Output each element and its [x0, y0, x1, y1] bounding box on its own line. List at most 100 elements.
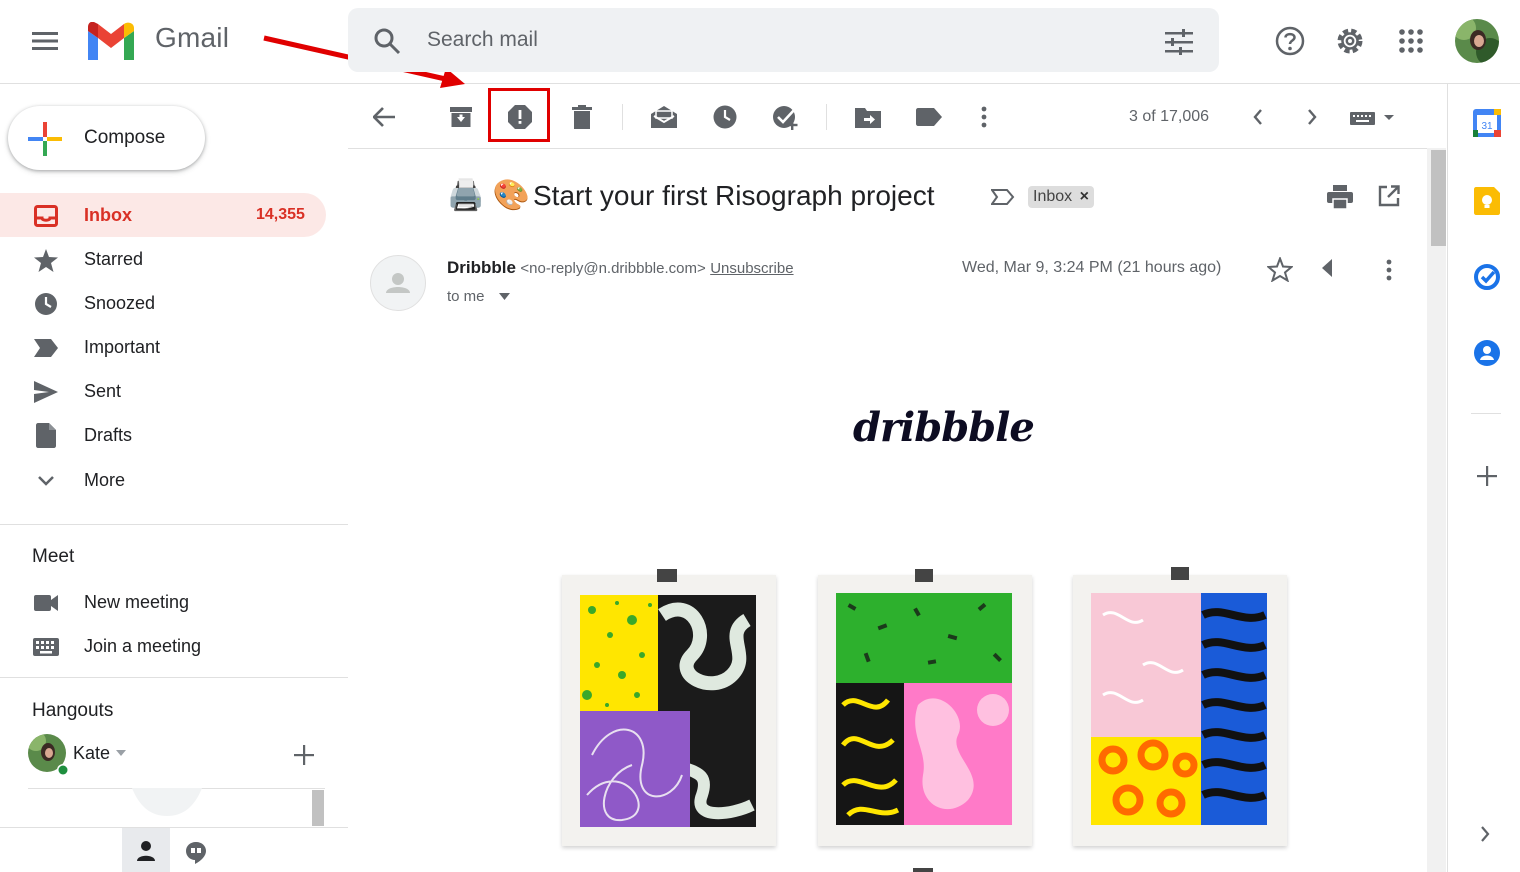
account-avatar[interactable]	[1454, 18, 1500, 64]
caret-down-icon[interactable]	[116, 750, 126, 756]
tasks-icon[interactable]	[1474, 264, 1500, 290]
expand-panel-chevron-right-icon[interactable]	[1480, 826, 1490, 842]
show-details-caret-icon[interactable]	[499, 293, 510, 300]
add-contact-plus-icon[interactable]	[294, 745, 314, 765]
search-input[interactable]: Search mail	[427, 28, 538, 52]
sidebar-item-important[interactable]: Important	[0, 325, 326, 369]
toolbar-divider	[622, 104, 623, 130]
main-scrollbar-thumb[interactable]	[1431, 150, 1446, 246]
compose-plus-icon	[28, 122, 62, 156]
search-bar[interactable]: Search mail	[348, 8, 1219, 72]
report-spam-icon	[508, 105, 532, 129]
draft-icon	[36, 423, 56, 448]
sidebar-item-inbox[interactable]: Inbox 14,355	[0, 193, 326, 237]
sidebar-scrollbar[interactable]	[312, 790, 324, 826]
newer-chevron-left-icon[interactable]	[1238, 97, 1278, 137]
meet-item-label: New meeting	[84, 592, 190, 612]
sender-line: Dribbble <no-reply@n.dribbble.com> Unsub…	[447, 258, 794, 278]
older-chevron-right-icon[interactable]	[1292, 97, 1332, 137]
risograph-print-image-3	[1073, 575, 1287, 846]
svg-text:31: 31	[1481, 121, 1493, 132]
hangouts-user-name[interactable]: Kate	[73, 743, 110, 764]
get-addons-plus-icon[interactable]	[1477, 466, 1497, 486]
sidebar-item-label: Important	[84, 337, 161, 357]
archive-icon[interactable]	[441, 97, 481, 137]
rail-divider	[1471, 413, 1501, 414]
open-in-new-window-icon[interactable]	[1378, 185, 1400, 207]
tape	[915, 569, 933, 582]
search-options-icon[interactable]	[1165, 29, 1193, 55]
meet-join-meeting[interactable]: Join a meeting	[0, 624, 326, 668]
label-tag-icon[interactable]	[909, 97, 949, 137]
sidebar-item-sent[interactable]: Sent	[0, 369, 326, 413]
meet-new-meeting[interactable]: New meeting	[0, 580, 326, 624]
report-spam-button[interactable]	[500, 97, 540, 137]
snooze-clock-icon[interactable]	[705, 97, 745, 137]
app-name[interactable]: Gmail	[155, 22, 229, 54]
mark-unread-icon[interactable]	[644, 97, 684, 137]
sidebar-item-label: Sent	[84, 381, 122, 401]
sidebar-item-starred[interactable]: Starred	[0, 237, 326, 281]
video-icon	[34, 595, 58, 611]
message-more-options-icon[interactable]	[1386, 259, 1392, 281]
main-menu-icon[interactable]	[32, 30, 58, 52]
risograph-print-image-2	[818, 575, 1032, 846]
hangouts-quote-icon[interactable]	[186, 842, 206, 864]
send-icon	[34, 381, 58, 403]
sidebar-item-label: Drafts	[84, 425, 133, 445]
sender-email: <no-reply@n.dribbble.com>	[520, 260, 706, 277]
sidebar-item-snoozed[interactable]: Snoozed	[0, 281, 326, 325]
compose-button[interactable]: Compose	[8, 106, 205, 170]
compose-label: Compose	[84, 127, 166, 148]
hangouts-section-title: Hangouts	[32, 700, 114, 721]
sidebar-divider	[0, 677, 348, 678]
sender-avatar[interactable]	[370, 255, 426, 311]
unsubscribe-link[interactable]: Unsubscribe	[710, 260, 793, 277]
unread-count: 14,355	[256, 206, 305, 223]
sidebar-item-label: Starred	[84, 249, 144, 269]
meet-item-label: Join a meeting	[84, 636, 202, 656]
remove-label-close-icon[interactable]: ×	[1080, 188, 1089, 205]
email-date: Wed, Mar 9, 3:24 PM (21 hours ago)	[962, 259, 1222, 276]
subject-emoji: 🖨️ 🎨	[447, 179, 531, 212]
main-scrollbar-track[interactable]	[1427, 148, 1446, 872]
inbox-label-chip[interactable]: Inbox ×	[1028, 186, 1094, 208]
tape	[1171, 567, 1189, 580]
print-icon[interactable]	[1327, 185, 1353, 209]
importance-marker-icon[interactable]	[991, 189, 1015, 205]
back-arrow-icon[interactable]	[364, 97, 404, 137]
add-to-tasks-icon[interactable]	[766, 97, 806, 137]
pagination-text: 3 of 17,006	[1129, 108, 1210, 125]
move-to-folder-icon[interactable]	[848, 97, 888, 137]
recipient-text[interactable]: to me	[447, 288, 485, 305]
chip-label: Inbox	[1033, 188, 1073, 205]
gmail-logo-icon[interactable]	[85, 22, 137, 60]
contacts-tab[interactable]	[122, 828, 170, 872]
help-icon[interactable]	[1275, 26, 1305, 56]
sidebar-item-label: Snoozed	[84, 293, 156, 313]
sidebar-item-label: Inbox	[84, 205, 132, 225]
input-tools-keyboard-icon[interactable]	[1350, 110, 1396, 126]
hangouts-empty-illustration	[132, 788, 202, 818]
apps-grid-icon[interactable]	[1399, 29, 1423, 53]
reply-arrow-icon[interactable]	[1322, 259, 1346, 279]
sidebar-item-drafts[interactable]: Drafts	[0, 413, 326, 457]
sidebar-divider	[0, 524, 348, 525]
tape	[657, 569, 677, 582]
delete-trash-icon[interactable]	[562, 97, 602, 137]
star-icon	[34, 249, 58, 272]
sender-name[interactable]: Dribbble	[447, 258, 516, 277]
hangouts-user-avatar[interactable]	[28, 733, 68, 777]
search-icon[interactable]	[373, 27, 401, 55]
calendar-icon[interactable]: 31	[1473, 109, 1501, 137]
contacts-icon[interactable]	[1474, 340, 1500, 366]
clock-icon	[34, 292, 58, 316]
sidebar-item-more[interactable]: More	[0, 458, 326, 502]
keep-notes-icon[interactable]	[1474, 187, 1500, 215]
toolbar-divider	[348, 148, 1427, 149]
tape	[913, 868, 933, 872]
inbox-icon	[34, 205, 58, 227]
settings-gear-icon[interactable]	[1335, 26, 1365, 56]
more-options-icon[interactable]	[964, 97, 1004, 137]
star-outline-icon[interactable]	[1267, 257, 1293, 282]
